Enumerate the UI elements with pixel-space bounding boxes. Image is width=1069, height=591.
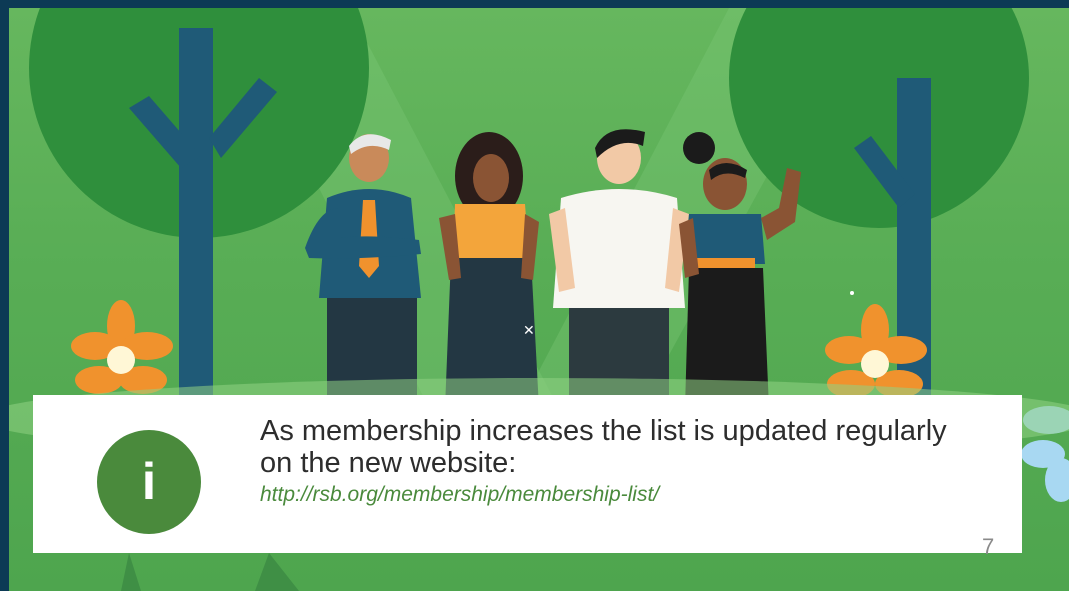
- info-icon: i: [97, 430, 201, 534]
- person-woman-yellow: [439, 132, 539, 408]
- tree-trunk: [179, 28, 213, 408]
- sparkle: [850, 291, 854, 295]
- grass-blade: [255, 553, 299, 591]
- membership-list-link[interactable]: http://rsb.org/membership/membership-lis…: [260, 482, 659, 508]
- page-number: 7: [982, 534, 995, 559]
- info-panel: i As membership increases the list is up…: [33, 395, 1022, 553]
- info-message: As membership increases the list is upda…: [260, 415, 947, 479]
- orange-flower: [71, 300, 173, 394]
- tree-canopy: [729, 8, 1029, 228]
- slide: ✕ i As membership increases the list is …: [9, 8, 1069, 591]
- sparkle: ✕: [523, 323, 535, 339]
- grass-blade: [121, 553, 141, 591]
